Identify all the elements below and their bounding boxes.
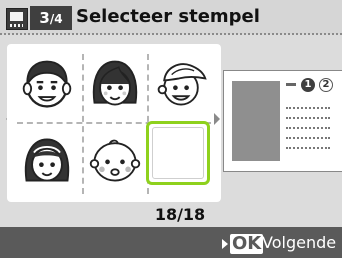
preview-line bbox=[286, 147, 330, 149]
play-arrow-icon bbox=[222, 239, 228, 249]
preview-badge-2: 2 bbox=[319, 78, 333, 92]
preview-badge-1: 1 bbox=[301, 78, 315, 92]
ok-button[interactable]: OK bbox=[222, 233, 264, 254]
girl-face-icon[interactable] bbox=[19, 132, 75, 188]
baby-face-icon[interactable] bbox=[87, 132, 143, 188]
preview-line bbox=[286, 127, 330, 129]
step-current: 3 bbox=[39, 9, 50, 27]
stamp-counter: 18/18 bbox=[154, 205, 206, 224]
preview-marker bbox=[286, 83, 296, 86]
layout-preview: 1 2 bbox=[223, 70, 342, 172]
stamp-mode-icon bbox=[6, 8, 28, 30]
preview-line bbox=[286, 117, 330, 119]
step-indicator: 3/4 bbox=[30, 6, 72, 30]
blank-stamp[interactable] bbox=[146, 121, 210, 185]
ok-label: OK bbox=[230, 233, 264, 254]
woman-face-icon[interactable] bbox=[87, 56, 143, 112]
preview-line bbox=[286, 107, 330, 109]
next-label: Volgende bbox=[262, 233, 337, 252]
header-divider bbox=[0, 33, 342, 35]
child-cap-face-icon[interactable] bbox=[153, 56, 209, 112]
boy-face-icon[interactable] bbox=[19, 56, 75, 112]
grid-divider bbox=[82, 54, 84, 194]
scroll-right-arrow-icon[interactable] bbox=[214, 113, 220, 125]
preview-photo bbox=[232, 81, 280, 161]
header-bar: 3/4 Selecteer stempel bbox=[0, 0, 342, 35]
step-total: 4 bbox=[54, 12, 63, 26]
preview-line bbox=[286, 137, 330, 139]
page-title: Selecteer stempel bbox=[76, 6, 260, 27]
